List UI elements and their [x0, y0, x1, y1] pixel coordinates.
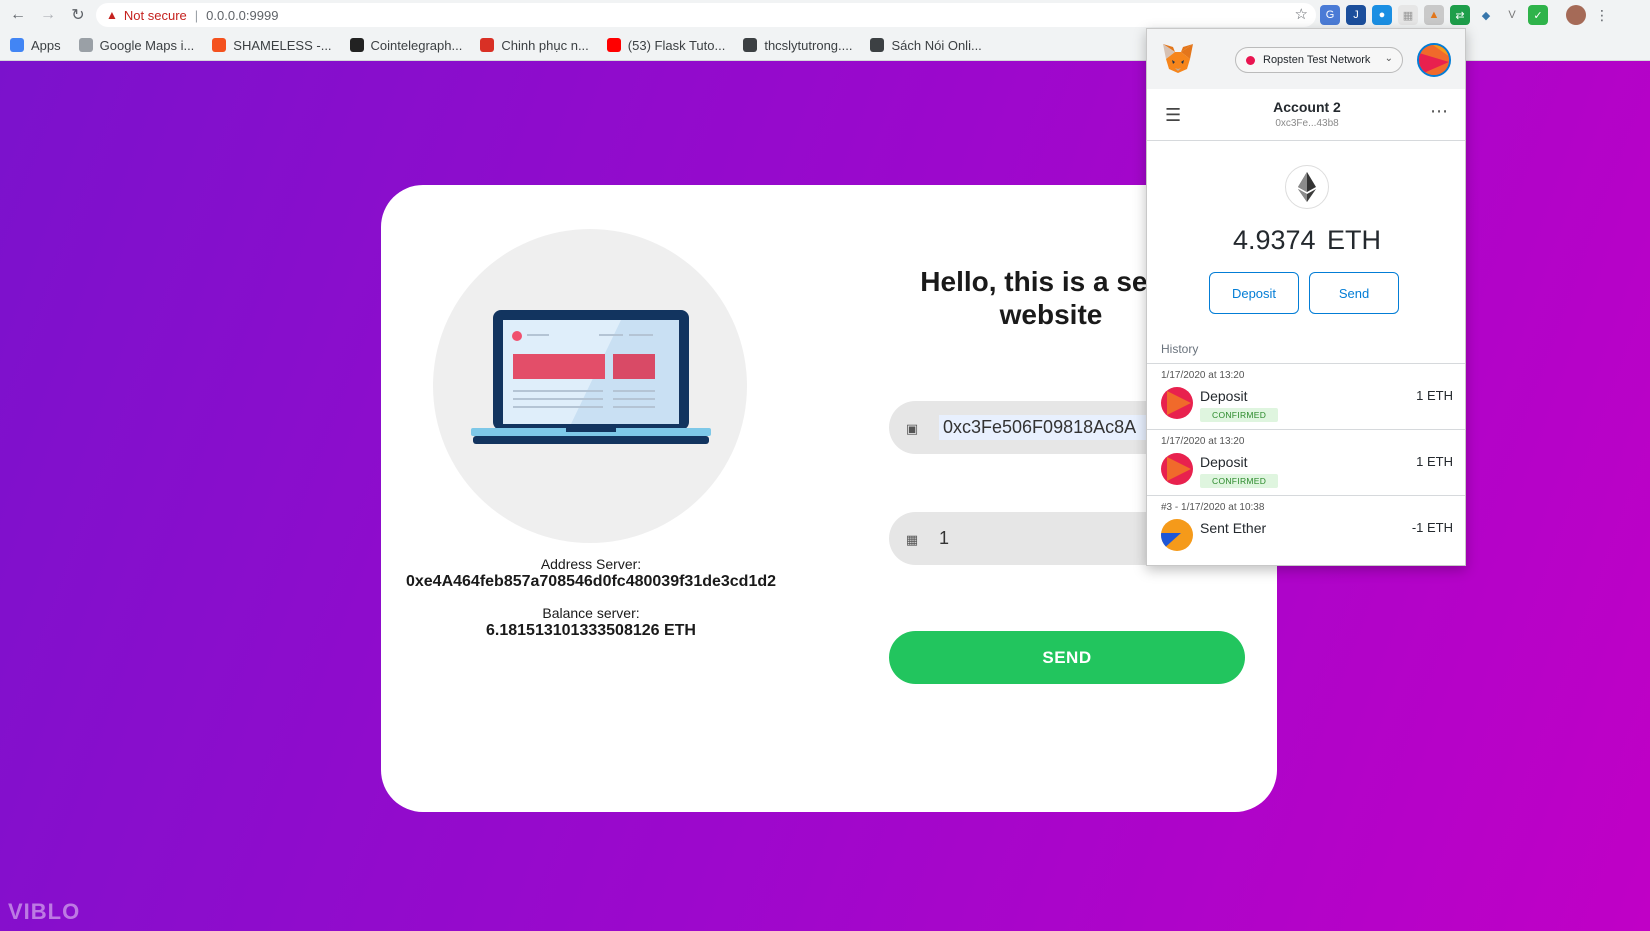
transaction-amount: -1 ETH [1411, 520, 1453, 535]
bookmark-favicon-icon [870, 38, 885, 52]
transaction-date: 1/17/2020 at 13:20 [1161, 370, 1245, 381]
python-extension-icon[interactable]: ◆ [1476, 5, 1496, 25]
bookmark-label: Chinh phục n... [501, 37, 589, 53]
bookmark-favicon-icon [480, 38, 495, 52]
bookmark-item[interactable]: Apps [10, 38, 61, 53]
account-bar: ☰ Account 2 0xc3Fe...43b8 ⋯ [1147, 89, 1465, 141]
warning-icon: ▲ [106, 8, 118, 22]
reload-icon[interactable]: ↻ [66, 3, 90, 27]
account-avatar[interactable] [1417, 43, 1451, 77]
bookmark-item[interactable]: Google Maps i... [78, 37, 195, 53]
address-book-icon: ▣ [905, 420, 919, 436]
ethereum-diamond-icon [1298, 172, 1316, 202]
transaction-title: Deposit [1200, 388, 1248, 404]
send-button[interactable]: SEND [889, 631, 1245, 684]
jira-extension-icon[interactable]: J [1346, 5, 1366, 25]
history-heading: History [1161, 342, 1199, 356]
avatar-pattern-icon [1419, 45, 1449, 75]
bookmark-favicon-icon [606, 38, 621, 52]
transaction-row[interactable]: 1/17/2020 at 13:20 Deposit CONFIRMED 1 ETH [1147, 363, 1465, 429]
metamask-send-button[interactable]: Send [1309, 272, 1399, 314]
extensions-bar: G J ● ▦ ▲ ⇄ ◆ V ✓ ⋮ [1320, 4, 1612, 26]
ethereum-icon [1285, 165, 1329, 209]
transaction-amount: 1 ETH [1416, 388, 1453, 403]
not-secure-label: Not secure [123, 7, 187, 23]
address-bar[interactable]: ▲ Not secure | 0.0.0.0:9999 ☆ [96, 3, 1316, 27]
transaction-row[interactable]: #3 - 1/17/2020 at 10:38 Sent Ether -1 ETH [1147, 495, 1465, 561]
bookmark-label: thcslytutrong.... [764, 37, 853, 53]
bookmark-label: Apps [31, 37, 61, 53]
bookmark-label: SHAMELESS -... [233, 37, 332, 53]
more-options-icon[interactable]: ⋯ [1430, 101, 1449, 122]
account-name[interactable]: Account 2 [1147, 99, 1465, 115]
confirmed-badge: CONFIRMED [1200, 408, 1279, 422]
network-selector[interactable]: Ropsten Test Network ⌄ [1235, 47, 1403, 73]
browser-toolbar: ← → ↻ ▲ Not secure | 0.0.0.0:9999 ☆ G J … [0, 0, 1650, 30]
address-server-label: Address Server: [540, 556, 642, 572]
bookmark-item[interactable]: SHAMELESS -... [212, 37, 332, 53]
url-text[interactable]: 0.0.0.0:9999 [206, 8, 278, 23]
bookmark-label: Cointelegraph... [370, 37, 463, 53]
transaction-row[interactable]: 1/17/2020 at 13:20 Deposit CONFIRMED 1 ETH [1147, 429, 1465, 495]
laptop-illustration [471, 310, 711, 444]
balance-server-value: 6.181513101333508126 ETH [486, 622, 696, 639]
transaction-title: Deposit [1200, 454, 1248, 470]
eth-balance: 4.9374 ETH [1147, 225, 1465, 256]
apps-grid-icon [10, 38, 24, 52]
viblo-watermark: VIBLO [8, 899, 81, 924]
chrome-menu-icon[interactable]: ⋮ [1592, 5, 1612, 25]
gift-icon: ▦ [905, 531, 919, 547]
balance-server-label: Balance server: [542, 605, 640, 621]
profile-avatar-icon[interactable] [1566, 5, 1586, 25]
balance-currency: ETH [1327, 225, 1382, 255]
transaction-avatar-icon [1161, 387, 1193, 419]
bookmark-item[interactable]: Cointelegraph... [349, 37, 463, 53]
bookmark-favicon-icon [212, 38, 227, 52]
drop-extension-icon[interactable]: ● [1372, 5, 1392, 25]
transaction-date: #3 - 1/17/2020 at 10:38 [1161, 502, 1265, 513]
bookmark-label: (53) Flask Tuto... [627, 37, 726, 53]
transaction-date: 1/17/2020 at 13:20 [1161, 436, 1245, 447]
bookmark-label: Google Maps i... [99, 37, 195, 53]
forward-icon[interactable]: → [36, 3, 60, 27]
deposit-button[interactable]: Deposit [1209, 272, 1299, 314]
send-card: Address Server: 0xe4A464feb857a708546d0f… [381, 185, 1277, 812]
network-status-dot [1246, 55, 1255, 65]
shield-extension-icon[interactable]: ✓ [1528, 5, 1548, 25]
back-icon[interactable]: ← [6, 3, 30, 27]
network-name: Ropsten Test Network [1263, 54, 1371, 66]
address-server-value: 0xe4A464feb857a708546d0fc480039f31de3cd1… [405, 573, 777, 590]
bookmark-item[interactable]: Chinh phục n... [480, 37, 589, 53]
metamask-header: Ropsten Test Network ⌄ [1147, 29, 1465, 89]
vue-extension-icon[interactable]: V [1502, 5, 1522, 25]
transaction-avatar-icon [1161, 453, 1193, 485]
bookmark-label: Sách Nói Onli... [891, 37, 982, 53]
transaction-title: Sent Ether [1200, 520, 1267, 536]
transaction-amount: 1 ETH [1416, 454, 1453, 469]
account-address[interactable]: 0xc3Fe...43b8 [1147, 118, 1465, 129]
balance-amount: 4.9374 [1232, 225, 1316, 255]
bookmark-item[interactable]: thcslytutrong.... [743, 38, 852, 53]
bookmark-favicon-icon [743, 38, 758, 52]
metamask-extension-icon[interactable]: ▲ [1424, 5, 1444, 25]
arrows-extension-icon[interactable]: ⇄ [1450, 5, 1470, 25]
chevron-down-icon: ⌄ [1384, 53, 1393, 64]
transaction-avatar-icon [1161, 519, 1193, 551]
confirmed-badge: CONFIRMED [1200, 474, 1279, 488]
grid-extension-icon[interactable]: ▦ [1398, 5, 1418, 25]
metamask-fox-icon [1163, 44, 1193, 73]
metamask-popup: Ropsten Test Network ⌄ ☰ Account 2 0xc3F… [1146, 28, 1466, 566]
bookmark-item[interactable]: Sách Nói Onli... [870, 37, 982, 53]
bookmark-favicon-icon [349, 38, 364, 52]
translate-extension-icon[interactable]: G [1320, 5, 1340, 25]
bookmark-favicon-icon [78, 38, 93, 52]
bookmark-star-icon[interactable]: ☆ [1295, 5, 1308, 23]
bookmark-item[interactable]: (53) Flask Tuto... [606, 37, 726, 53]
divider: | [194, 7, 199, 23]
